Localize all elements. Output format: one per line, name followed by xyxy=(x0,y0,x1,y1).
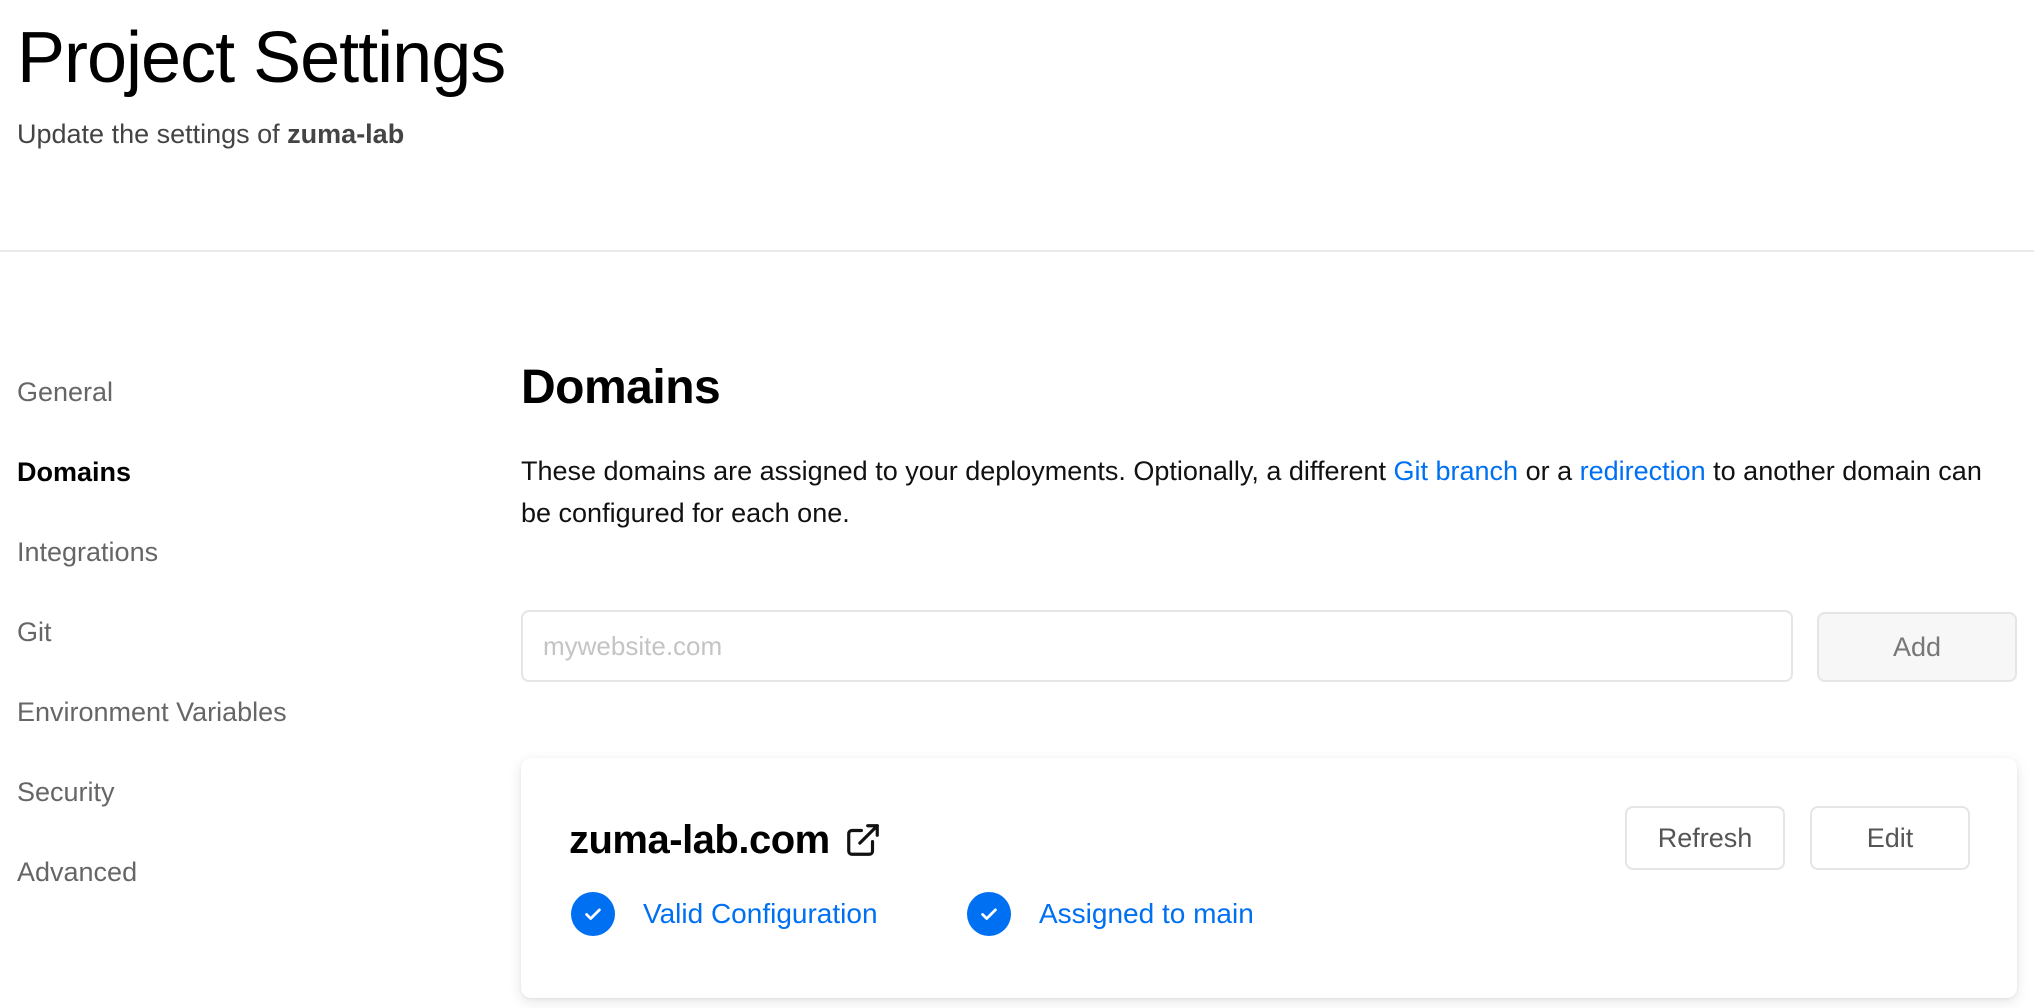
sidebar-item-git[interactable]: Git xyxy=(17,600,437,680)
external-link-icon[interactable] xyxy=(844,821,882,859)
sidebar-item-advanced[interactable]: Advanced xyxy=(17,840,437,920)
project-name: zuma-lab xyxy=(287,119,405,149)
redirection-link[interactable]: redirection xyxy=(1580,456,1706,486)
sidebar-item-integrations[interactable]: Integrations xyxy=(17,520,437,600)
status-valid-configuration: Valid Configuration xyxy=(571,892,878,936)
section-title: Domains xyxy=(521,361,721,414)
section-description: These domains are assigned to your deplo… xyxy=(521,450,2001,534)
refresh-button[interactable]: Refresh xyxy=(1625,806,1785,870)
page-title: Project Settings xyxy=(17,18,506,98)
sidebar-item-security[interactable]: Security xyxy=(17,760,437,840)
git-branch-link[interactable]: Git branch xyxy=(1394,456,1519,486)
status-assigned-to-main: Assigned to main xyxy=(967,892,1254,936)
edit-button[interactable]: Edit xyxy=(1810,806,1970,870)
sidebar-item-general[interactable]: General xyxy=(17,360,437,440)
domain-name-row: zuma-lab.com xyxy=(569,814,882,866)
status-text-valid-configuration[interactable]: Valid Configuration xyxy=(643,892,878,936)
page-subtitle: Update the settings of zuma-lab xyxy=(17,116,404,152)
check-circle-icon xyxy=(571,892,615,936)
page-header: Project Settings Update the settings of … xyxy=(0,0,2034,252)
description-text-1: These domains are assigned to your deplo… xyxy=(521,456,1394,486)
sidebar-item-environment-variables[interactable]: Environment Variables xyxy=(17,680,437,760)
check-circle-icon xyxy=(967,892,1011,936)
settings-page: Project Settings Update the settings of … xyxy=(0,0,2034,1008)
subtitle-prefix: Update the settings of xyxy=(17,119,288,149)
settings-sidebar: General Domains Integrations Git Environ… xyxy=(17,360,437,920)
add-domain-button[interactable]: Add xyxy=(1817,612,2017,682)
domain-name: zuma-lab.com xyxy=(569,818,830,862)
domain-input[interactable] xyxy=(521,610,1793,682)
description-text-2: or a xyxy=(1518,456,1580,486)
status-text-assigned-to-main[interactable]: Assigned to main xyxy=(1039,892,1254,936)
domain-card: zuma-lab.com Refresh Edit Valid Configur… xyxy=(521,758,2017,998)
sidebar-item-domains[interactable]: Domains xyxy=(17,440,437,520)
